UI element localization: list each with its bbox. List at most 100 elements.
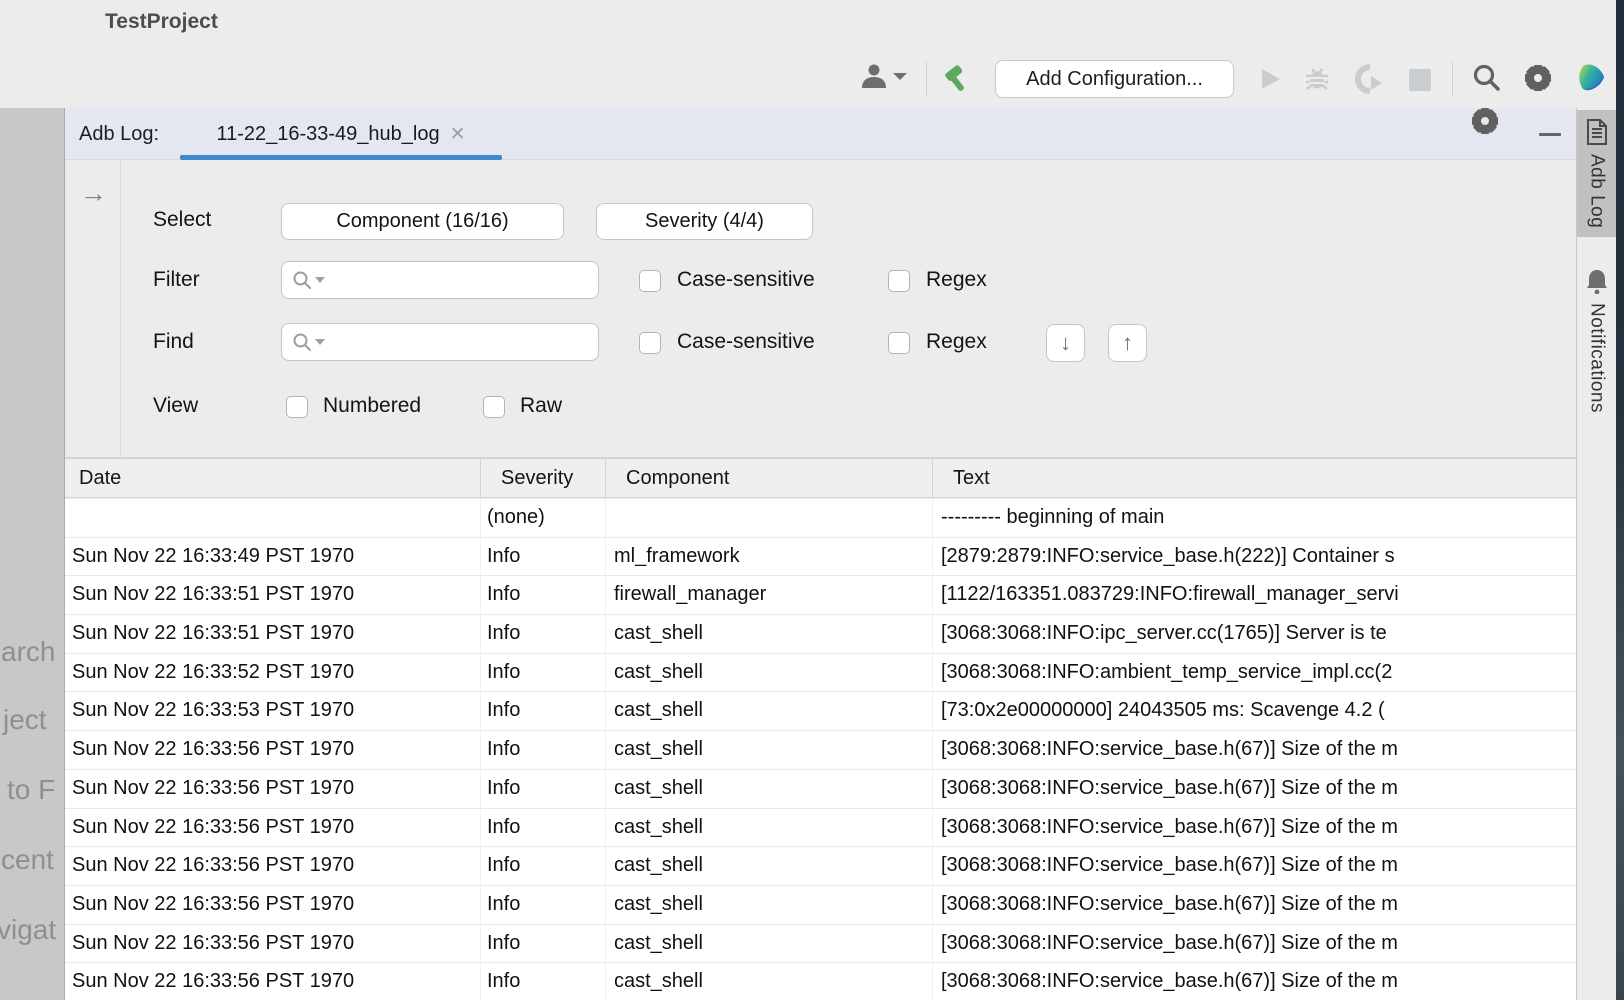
find-case-sensitive-label: Case-sensitive xyxy=(677,330,815,354)
find-next-button[interactable]: ↓ xyxy=(1046,324,1085,362)
search-history-caret-icon[interactable] xyxy=(315,339,325,345)
background-text-fragment: vigat xyxy=(0,914,56,946)
profiler-icon[interactable] xyxy=(1355,64,1385,94)
severity-filter-button[interactable]: Severity (4/4) xyxy=(596,203,813,240)
table-row[interactable]: Sun Nov 22 16:33:56 PST 1970Infocast_she… xyxy=(65,925,1576,964)
cell-component: ml_framework xyxy=(606,538,933,576)
background-window-strip: arch ject to F cent vigat xyxy=(0,108,64,1000)
search-icon xyxy=(292,332,312,352)
filter-input[interactable] xyxy=(328,262,598,298)
stop-icon[interactable] xyxy=(1408,68,1432,92)
cell-severity: Info xyxy=(481,809,606,847)
cell-text: [3068:3068:INFO:ambient_temp_service_imp… xyxy=(933,654,1576,692)
cell-text: --------- beginning of main xyxy=(933,499,1576,537)
tab-close-icon[interactable]: ✕ xyxy=(450,123,466,146)
adb-log-tool-window: Adb Log: 11-22_16-33-49_hub_log ✕ → Sele… xyxy=(64,108,1576,1000)
find-regex-label: Regex xyxy=(926,330,987,354)
stripe-notifications-label: Notifications xyxy=(1586,303,1608,413)
window-title: TestProject xyxy=(105,10,218,34)
cell-severity: Info xyxy=(481,692,606,730)
cell-component: cast_shell xyxy=(606,770,933,808)
stripe-item-notifications[interactable]: Notifications xyxy=(1577,259,1616,422)
raw-checkbox[interactable] xyxy=(483,396,505,418)
table-row[interactable]: Sun Nov 22 16:33:56 PST 1970Infocast_she… xyxy=(65,963,1576,1000)
column-header-component[interactable]: Component xyxy=(606,459,933,497)
build-hammer-icon[interactable] xyxy=(941,62,973,94)
table-row[interactable]: Sun Nov 22 16:33:56 PST 1970Infocast_she… xyxy=(65,886,1576,925)
filter-regex-checkbox[interactable] xyxy=(888,270,910,292)
numbered-checkbox[interactable] xyxy=(286,396,308,418)
bell-icon xyxy=(1585,268,1609,294)
column-header-date[interactable]: Date xyxy=(65,459,481,497)
log-file-tab[interactable]: 11-22_16-33-49_hub_log ✕ xyxy=(180,108,502,160)
desktop-background-sliver xyxy=(1616,0,1624,1000)
cell-severity: Info xyxy=(481,654,606,692)
find-search-field[interactable] xyxy=(281,323,599,361)
stripe-item-adb-log[interactable]: Adb Log xyxy=(1577,110,1616,237)
table-row[interactable]: Sun Nov 22 16:33:49 PST 1970Infoml_frame… xyxy=(65,538,1576,577)
filter-label: Filter xyxy=(153,268,200,292)
collapse-arrow-icon[interactable]: → xyxy=(80,178,107,209)
cell-date: Sun Nov 22 16:33:56 PST 1970 xyxy=(65,925,481,963)
right-tool-window-stripe: Adb Log Notifications xyxy=(1576,108,1616,1000)
cell-component: cast_shell xyxy=(606,731,933,769)
table-row[interactable]: Sun Nov 22 16:33:53 PST 1970Infocast_she… xyxy=(65,692,1576,731)
settings-gear-icon[interactable] xyxy=(1525,65,1551,91)
cell-component: cast_shell xyxy=(606,886,933,924)
user-profile-icon[interactable] xyxy=(858,62,888,90)
cell-component: cast_shell xyxy=(606,847,933,885)
cell-date: Sun Nov 22 16:33:52 PST 1970 xyxy=(65,654,481,692)
find-previous-button[interactable]: ↑ xyxy=(1108,324,1147,362)
table-row[interactable]: (none)--------- beginning of main xyxy=(65,499,1576,538)
debug-icon[interactable] xyxy=(1303,64,1331,92)
panel-gutter: → xyxy=(65,160,121,457)
table-row[interactable]: Sun Nov 22 16:33:56 PST 1970Infocast_she… xyxy=(65,809,1576,848)
cell-severity: Info xyxy=(481,576,606,614)
plugin-logo-icon[interactable] xyxy=(1575,62,1607,94)
table-row[interactable]: Sun Nov 22 16:33:51 PST 1970Infocast_she… xyxy=(65,615,1576,654)
search-everywhere-icon[interactable] xyxy=(1471,63,1501,93)
background-text-fragment: to F xyxy=(7,774,55,806)
run-icon[interactable] xyxy=(1257,66,1283,92)
stripe-adb-log-label: Adb Log xyxy=(1586,154,1608,228)
numbered-label: Numbered xyxy=(323,394,421,418)
find-regex-checkbox[interactable] xyxy=(888,332,910,354)
cell-text: [73:0x2e00000000] 24043505 ms: Scavenge … xyxy=(933,692,1576,730)
minimize-icon[interactable] xyxy=(1539,133,1561,136)
cell-date: Sun Nov 22 16:33:56 PST 1970 xyxy=(65,770,481,808)
cell-severity: Info xyxy=(481,731,606,769)
table-row[interactable]: Sun Nov 22 16:33:56 PST 1970Infocast_she… xyxy=(65,847,1576,886)
component-filter-button[interactable]: Component (16/16) xyxy=(281,203,564,240)
cell-text: [1122/163351.083729:INFO:firewall_manage… xyxy=(933,576,1576,614)
filter-search-field[interactable] xyxy=(281,261,599,299)
cell-date: Sun Nov 22 16:33:56 PST 1970 xyxy=(65,731,481,769)
find-label: Find xyxy=(153,330,194,354)
tool-window-label: Adb Log: xyxy=(79,108,159,160)
table-row[interactable]: Sun Nov 22 16:33:56 PST 1970Infocast_she… xyxy=(65,770,1576,809)
background-text-fragment: arch xyxy=(1,636,55,668)
log-table-body: (none)--------- beginning of mainSun Nov… xyxy=(65,499,1576,1000)
tool-window-tab-bar: Adb Log: 11-22_16-33-49_hub_log ✕ xyxy=(65,108,1576,160)
add-configuration-button[interactable]: Add Configuration... xyxy=(995,60,1234,98)
column-header-severity[interactable]: Severity xyxy=(481,459,606,497)
raw-label: Raw xyxy=(520,394,562,418)
table-row[interactable]: Sun Nov 22 16:33:52 PST 1970Infocast_she… xyxy=(65,654,1576,693)
cell-severity: Info xyxy=(481,886,606,924)
cell-date: Sun Nov 22 16:33:49 PST 1970 xyxy=(65,538,481,576)
table-row[interactable]: Sun Nov 22 16:33:51 PST 1970Infofirewall… xyxy=(65,576,1576,615)
cell-severity: Info xyxy=(481,847,606,885)
find-case-sensitive-checkbox[interactable] xyxy=(639,332,661,354)
column-header-text[interactable]: Text xyxy=(933,459,1576,497)
cell-severity: Info xyxy=(481,538,606,576)
view-label: View xyxy=(153,394,198,418)
document-icon xyxy=(1586,119,1608,145)
user-dropdown-caret-icon[interactable] xyxy=(893,73,907,80)
cell-severity: Info xyxy=(481,925,606,963)
cell-component: cast_shell xyxy=(606,692,933,730)
cell-component xyxy=(606,499,933,537)
table-row[interactable]: Sun Nov 22 16:33:56 PST 1970Infocast_she… xyxy=(65,731,1576,770)
search-history-caret-icon[interactable] xyxy=(315,277,325,283)
find-input[interactable] xyxy=(328,324,598,360)
cell-component: firewall_manager xyxy=(606,576,933,614)
filter-case-sensitive-checkbox[interactable] xyxy=(639,270,661,292)
